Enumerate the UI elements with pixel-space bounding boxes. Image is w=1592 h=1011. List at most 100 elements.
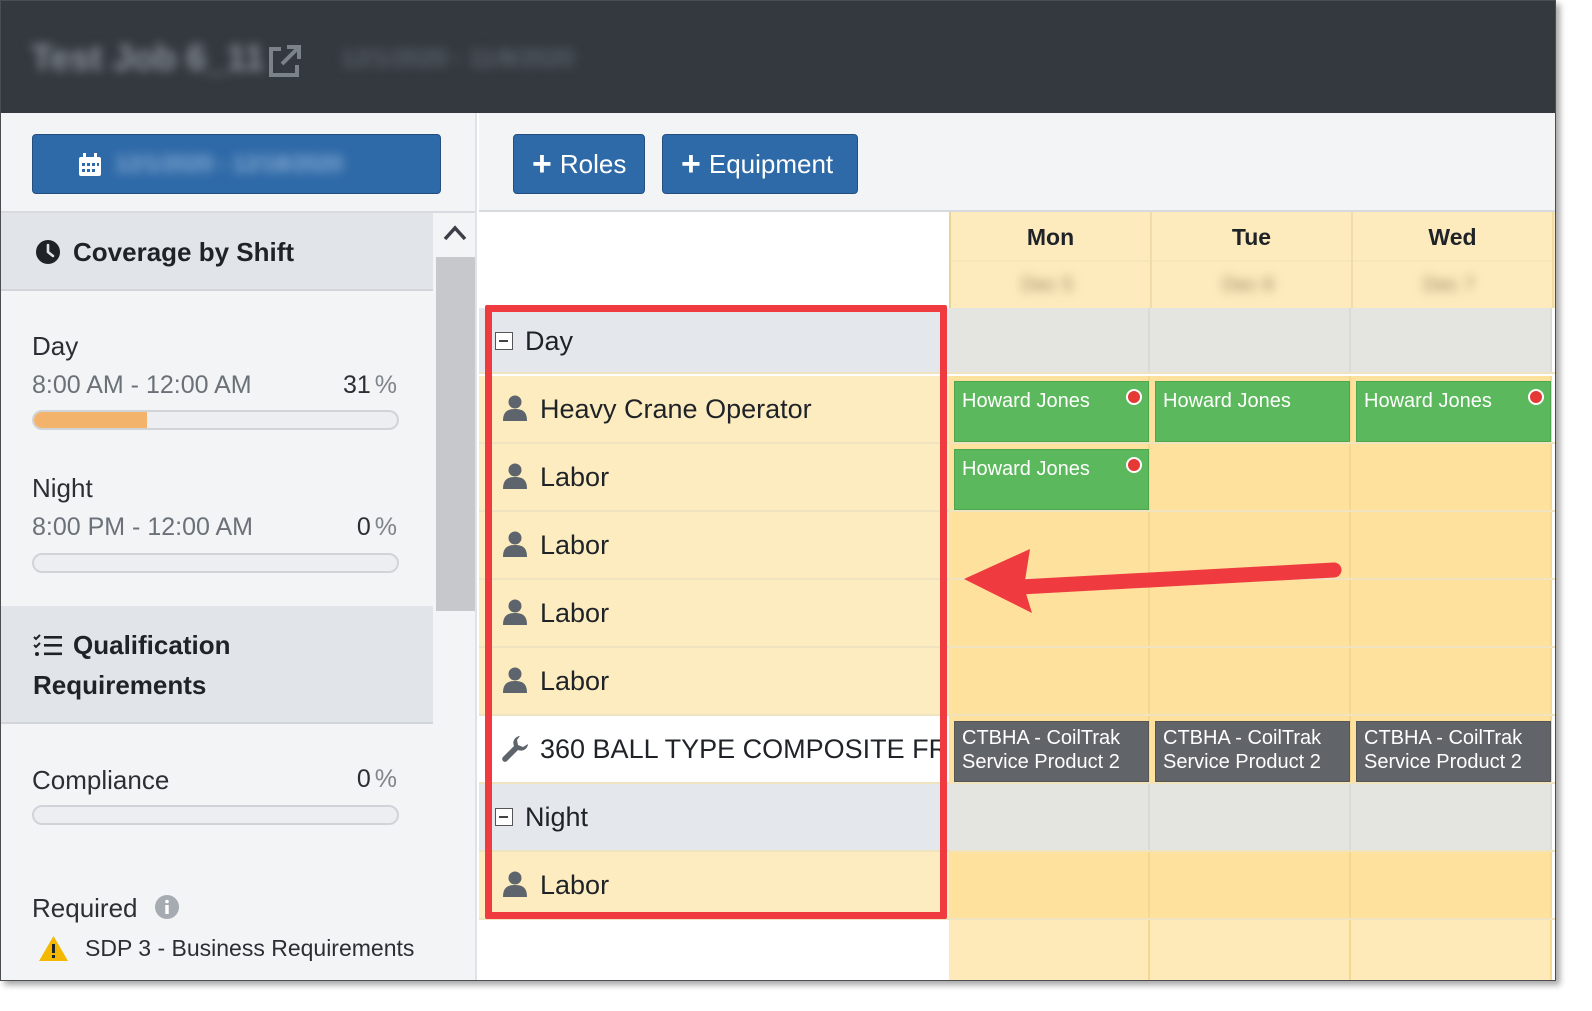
role-label-text: Labor <box>540 530 610 560</box>
schedule-cell <box>1351 920 1552 980</box>
schedule-cell <box>949 920 1150 980</box>
role-label-text: Heavy Crane Operator <box>540 394 812 424</box>
role-row: Labor Howard Jones <box>479 444 1555 512</box>
schedule-cell[interactable] <box>1351 512 1552 578</box>
chevron-up-icon[interactable] <box>443 223 467 243</box>
role-label[interactable]: Heavy Crane Operator <box>479 376 949 442</box>
wrench-icon <box>502 736 528 762</box>
day-column-mon: Mon Dec 5 <box>951 212 1152 308</box>
divider <box>1353 260 1552 262</box>
shift-name-night: Night <box>32 473 93 503</box>
add-equipment-button[interactable]: + Equipment <box>662 134 858 194</box>
shift-percent-night: 0% <box>356 513 397 541</box>
equipment-label-text: 360 BALL TYPE COMPOSITE FR... <box>540 734 971 764</box>
day-name: Wed <box>1428 224 1477 250</box>
schedule-cell[interactable] <box>1150 444 1351 510</box>
schedule-cell[interactable] <box>1150 580 1351 646</box>
role-label[interactable]: Labor <box>479 852 949 918</box>
scroll-thumb[interactable] <box>436 257 475 611</box>
schedule-cell <box>1150 920 1351 980</box>
left-panel: 12/1/2020 - 12/18/2020 Coverage by Shift… <box>1 113 477 980</box>
schedule-cell[interactable] <box>1351 648 1552 714</box>
schedule-cell[interactable] <box>949 512 1150 578</box>
assignee-name: Howard Jones <box>962 390 1090 412</box>
schedule-cell[interactable]: Howard Jones <box>949 376 1150 442</box>
schedule-cell <box>1150 308 1351 372</box>
schedule-cell[interactable]: CTBHA - CoilTrak Service Product 2 <box>1351 716 1552 782</box>
assignment-chip[interactable]: Howard Jones <box>954 381 1149 442</box>
assignment-chip[interactable]: Howard Jones <box>1356 381 1551 442</box>
schedule-cell[interactable]: Howard Jones <box>1150 376 1351 442</box>
schedule-cell <box>1351 784 1552 850</box>
assignee-name: Howard Jones <box>1163 390 1291 412</box>
progress-fill <box>34 412 147 428</box>
schedule-cell[interactable] <box>1150 648 1351 714</box>
schedule-cell[interactable] <box>1150 852 1351 918</box>
plus-icon: + <box>532 145 552 183</box>
assignment-chip[interactable]: Howard Jones <box>954 449 1149 510</box>
equipment-chip[interactable]: CTBHA - CoilTrak Service Product 2 <box>1155 721 1350 782</box>
date-range-button[interactable]: 12/1/2020 - 12/18/2020 <box>32 134 441 194</box>
schedule-cell[interactable]: CTBHA - CoilTrak Service Product 2 <box>949 716 1150 782</box>
schedule-cell[interactable] <box>1351 444 1552 510</box>
compliance-percent: 0% <box>356 765 397 793</box>
day-date: Dec 5 <box>1021 274 1074 296</box>
role-row: Heavy Crane Operator Howard Jones Howard… <box>479 376 1555 444</box>
date-range-text: 12/1/2020 - 12/18/2020 <box>115 151 343 176</box>
role-row: Labor <box>479 580 1555 648</box>
schedule-cell[interactable] <box>949 580 1150 646</box>
shift-label[interactable]: Day <box>479 308 949 372</box>
schedule-cell[interactable] <box>1351 852 1552 918</box>
scrollbar[interactable] <box>435 213 475 980</box>
equipment-name: CTBHA - CoilTrak <box>1364 727 1523 749</box>
plus-icon: + <box>681 145 701 183</box>
day-header-row: Mon Dec 5 Tue Dec 6 Wed Dec 7 <box>949 212 1555 308</box>
add-equipment-label: Equipment <box>708 148 834 179</box>
role-label[interactable]: Labor <box>479 648 949 714</box>
assignee-name: Howard Jones <box>962 458 1090 480</box>
role-row: Labor <box>479 852 1555 920</box>
schedule-cell[interactable] <box>1150 512 1351 578</box>
alert-dot-icon <box>1528 389 1544 405</box>
schedule-cell[interactable]: CTBHA - CoilTrak Service Product 2 <box>1150 716 1351 782</box>
divider <box>1152 260 1351 262</box>
equipment-name-line2: Service Product 2 <box>1364 751 1522 773</box>
app-window: Test Job 6_11 12/1/2020 - 11/8/2020 12/1… <box>0 0 1556 981</box>
shift-progress-day <box>32 410 399 430</box>
schedule-cell[interactable]: Howard Jones <box>949 444 1150 510</box>
collapse-icon[interactable] <box>495 808 513 826</box>
equipment-row: 360 BALL TYPE COMPOSITE FR... CTBHA - Co… <box>479 716 1555 784</box>
schedule-cell[interactable]: Howard Jones <box>1351 376 1552 442</box>
equipment-label[interactable]: 360 BALL TYPE COMPOSITE FR... <box>479 716 971 782</box>
add-roles-button[interactable]: + Roles <box>513 134 645 194</box>
qualification-title-line2: Requirements <box>33 670 207 700</box>
role-row: Labor <box>479 648 1555 716</box>
shift-label[interactable]: Night <box>479 784 949 850</box>
role-label[interactable]: Labor <box>479 512 949 578</box>
day-date: Dec 7 <box>1423 274 1476 296</box>
equipment-chip[interactable]: CTBHA - CoilTrak Service Product 2 <box>954 721 1149 782</box>
collapse-icon[interactable] <box>495 332 513 350</box>
person-icon <box>503 531 527 557</box>
qualification-section-header[interactable]: Qualification Requirements <box>1 606 433 724</box>
person-icon <box>503 395 527 421</box>
schedule-cell <box>1150 784 1351 850</box>
requirement-item: SDP 3 - Business Requirements <box>85 935 415 961</box>
person-icon <box>503 871 527 897</box>
required-label: Required <box>32 893 138 923</box>
compliance-progress <box>32 805 399 825</box>
role-label-text: Labor <box>540 598 610 628</box>
external-link-icon[interactable] <box>265 41 305 81</box>
role-label[interactable]: Labor <box>479 580 949 646</box>
clock-icon <box>36 240 60 264</box>
assignment-chip[interactable]: Howard Jones <box>1155 381 1350 442</box>
schedule-cell[interactable] <box>949 852 1150 918</box>
role-label[interactable]: Labor <box>479 444 949 510</box>
coverage-section-header[interactable]: Coverage by Shift <box>1 213 433 291</box>
schedule-cell[interactable] <box>1351 580 1552 646</box>
info-icon[interactable] <box>154 894 180 920</box>
alert-dot-icon <box>1126 389 1142 405</box>
schedule-cell[interactable] <box>949 648 1150 714</box>
alert-dot-icon <box>1126 457 1142 473</box>
equipment-chip[interactable]: CTBHA - CoilTrak Service Product 2 <box>1356 721 1551 782</box>
